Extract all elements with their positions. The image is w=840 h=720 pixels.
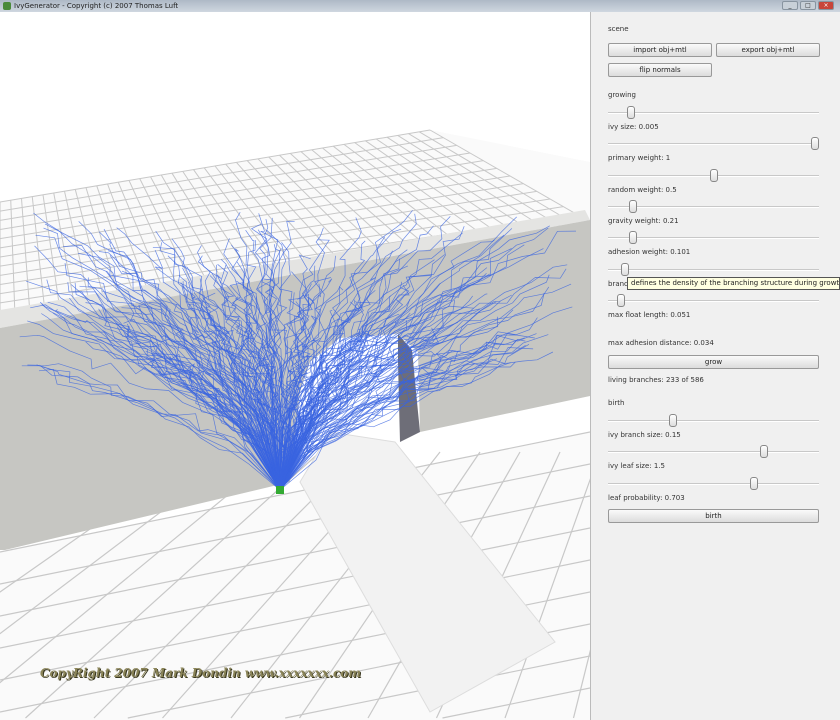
slider-track: [608, 205, 819, 208]
3d-viewport[interactable]: CopyRight 2007 Mark Dondin www.xxxxxxx.c…: [0, 12, 590, 720]
grow-button[interactable]: grow: [608, 355, 819, 369]
slider-track: [608, 451, 819, 454]
scene-label: scene: [608, 25, 629, 33]
slider-track: [608, 237, 819, 240]
ivy-root: [276, 486, 284, 494]
slider-handle[interactable]: [629, 199, 638, 213]
slider-track: [608, 420, 819, 422]
slider-label: ivy size: 0.005: [608, 123, 659, 131]
slider[interactable]: [608, 106, 819, 120]
slider[interactable]: [608, 231, 819, 245]
slider-track: [608, 268, 819, 271]
slider[interactable]: [608, 262, 819, 277]
minimize-button[interactable]: _: [782, 1, 798, 10]
slider-handle[interactable]: [616, 293, 625, 307]
slider-label: primary weight: 1: [608, 154, 671, 163]
app-icon: [3, 2, 11, 10]
maximize-button[interactable]: □: [800, 1, 816, 10]
birth-button[interactable]: birth: [608, 509, 819, 523]
slider[interactable]: [608, 476, 819, 491]
slider-handle[interactable]: [669, 414, 678, 427]
slider-track: [608, 112, 819, 114]
slider-handle[interactable]: [629, 231, 638, 245]
slider[interactable]: [608, 199, 819, 214]
slider-label: random weight: 0.5: [608, 185, 677, 194]
slider[interactable]: [608, 293, 819, 308]
watermark-logo: CopyRight 2007 Mark Dondin www.xxxxxxx.c…: [40, 666, 361, 680]
slider[interactable]: [608, 414, 819, 428]
settings-panel: scene import obj+mtl export obj+mtl flip…: [590, 12, 840, 720]
slider-label: leaf probability: 0.703: [608, 493, 685, 502]
slider-handle[interactable]: [810, 137, 819, 151]
living-branches-status: living branches: 233 of 586: [608, 376, 704, 384]
slider-track: [608, 299, 819, 302]
window-title: IvyGenerator - Copyright (c) 2007 Thomas…: [14, 2, 179, 10]
slider-label: max float length: 0.051: [608, 310, 691, 319]
slider[interactable]: [608, 445, 819, 459]
slider-label: ivy leaf size: 1.5: [608, 462, 665, 471]
flip-normals-button[interactable]: flip normals: [608, 63, 712, 77]
slider-handle[interactable]: [620, 262, 629, 276]
slider-handle[interactable]: [749, 476, 758, 490]
birth-label: birth: [608, 399, 625, 407]
slider[interactable]: [608, 168, 819, 183]
slider-label: ivy branch size: 0.15: [608, 431, 681, 439]
export-button[interactable]: export obj+mtl: [716, 43, 820, 57]
import-button[interactable]: import obj+mtl: [608, 43, 712, 57]
title-bar: IvyGenerator - Copyright (c) 2007 Thomas…: [0, 0, 840, 12]
growing-label: growing: [608, 91, 636, 99]
slider-handle[interactable]: [627, 106, 636, 119]
slider-label: gravity weight: 0.21: [608, 216, 679, 225]
scene-render: [0, 129, 590, 720]
slider-handle[interactable]: [709, 168, 718, 182]
slider-track: [608, 143, 819, 146]
close-button[interactable]: ×: [818, 1, 834, 10]
slider[interactable]: [608, 137, 819, 151]
slider-track: [608, 482, 819, 485]
slider-label: max adhesion distance: 0.034: [608, 339, 714, 347]
slider-handle[interactable]: [760, 445, 769, 459]
slider-label: adhesion weight: 0.101: [608, 248, 691, 257]
tooltip: defines the density of the branching str…: [627, 277, 840, 290]
